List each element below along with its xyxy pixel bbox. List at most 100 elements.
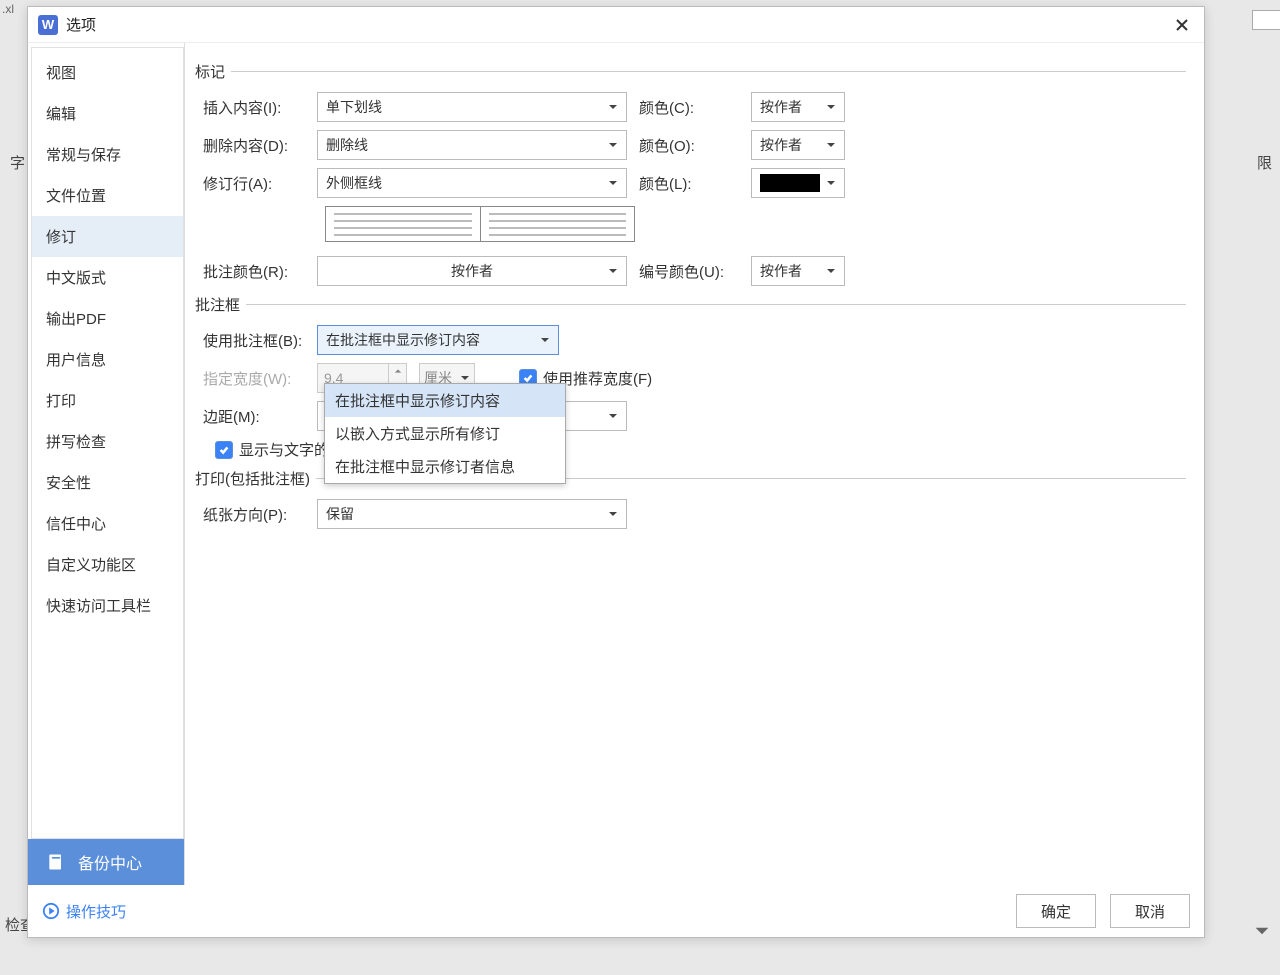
ok-button[interactable]: 确定: [1016, 894, 1096, 928]
insert-combo[interactable]: 单下划线: [317, 92, 627, 122]
dialog-body: 视图 编辑 常规与保存 文件位置 修订 中文版式 输出PDF 用户信息 打印 拼…: [28, 43, 1204, 885]
app-icon: W: [38, 15, 58, 35]
section-print-label: 打印(包括批注框): [195, 468, 310, 489]
changed-lines-preview: [325, 206, 635, 242]
tips-link[interactable]: 操作技巧: [42, 901, 126, 922]
chevron-down-icon: [608, 506, 618, 522]
dropdown-option[interactable]: 在批注框中显示修订内容: [325, 384, 565, 417]
section-marks: 标记: [195, 61, 1186, 82]
nav-item-output-pdf[interactable]: 输出PDF: [32, 298, 183, 339]
dialog-title: 选项: [66, 14, 96, 35]
number-color-value: 按作者: [760, 261, 802, 281]
changed-label: 修订行(A):: [195, 173, 305, 194]
nav-list: 视图 编辑 常规与保存 文件位置 修订 中文版式 输出PDF 用户信息 打印 拼…: [31, 47, 184, 839]
insert-color-value: 按作者: [760, 97, 802, 117]
nav-item-quick-access[interactable]: 快速访问工具栏: [32, 585, 183, 626]
checkbox-checked-icon: [215, 441, 233, 459]
orient-label: 纸张方向(P):: [195, 504, 305, 525]
content-panel: 标记 插入内容(I): 单下划线 颜色(C): 按作者 删除内容(D): 删除线: [185, 43, 1204, 885]
dialog-footer: 操作技巧 确定 取消: [28, 885, 1204, 937]
chevron-down-icon: [608, 175, 618, 191]
delete-color-value: 按作者: [760, 135, 802, 155]
chevron-down-icon: [608, 99, 618, 115]
nav-item-revision[interactable]: 修订: [32, 216, 183, 257]
nav-item-chinese-layout[interactable]: 中文版式: [32, 257, 183, 298]
nav-item-spellcheck[interactable]: 拼写检查: [32, 421, 183, 462]
changed-color-label: 颜色(L):: [639, 173, 739, 194]
changed-value: 外侧框线: [326, 173, 382, 193]
bg-text-fragment: 字: [10, 152, 25, 173]
tips-label: 操作技巧: [66, 901, 126, 922]
use-balloons-label: 使用批注框(B):: [195, 330, 305, 351]
spin-up: [389, 364, 406, 378]
nav-item-general-save[interactable]: 常规与保存: [32, 134, 183, 175]
play-circle-icon: [42, 902, 60, 920]
bg-tab-fragment: .xl: [0, 0, 20, 18]
comment-color-label: 批注颜色(R):: [195, 261, 305, 282]
use-balloons-dropdown[interactable]: 在批注框中显示修订内容 以嵌入方式显示所有修订 在批注框中显示修订者信息: [324, 383, 566, 484]
chevron-down-icon: [608, 408, 618, 424]
delete-color-label: 颜色(O):: [639, 135, 739, 156]
options-dialog: W 选项 视图 编辑 常规与保存 文件位置 修订 中文版式 输出PDF 用户信息…: [27, 6, 1205, 938]
chevron-down-icon: [826, 175, 836, 191]
backup-label: 备份中心: [78, 850, 142, 874]
color-swatch-black: [760, 174, 820, 192]
close-button[interactable]: [1170, 13, 1194, 37]
chevron-down-icon: [826, 137, 836, 153]
nav-item-print[interactable]: 打印: [32, 380, 183, 421]
dropdown-option[interactable]: 在批注框中显示修订者信息: [325, 450, 565, 483]
delete-value: 删除线: [326, 135, 368, 155]
nav-item-view[interactable]: 视图: [32, 52, 183, 93]
number-color-label: 编号颜色(U):: [639, 261, 739, 282]
nav-item-user-info[interactable]: 用户信息: [32, 339, 183, 380]
margin-label: 边距(M):: [195, 406, 305, 427]
bg-window-fragment: [1252, 10, 1280, 30]
sidebar: 视图 编辑 常规与保存 文件位置 修订 中文版式 输出PDF 用户信息 打印 拼…: [28, 43, 185, 885]
backup-icon: [46, 852, 66, 872]
dropdown-option[interactable]: 以嵌入方式显示所有修订: [325, 417, 565, 450]
insert-color-combo[interactable]: 按作者: [751, 92, 845, 122]
bg-scroll-arrow: [1254, 923, 1270, 939]
chevron-down-icon: [826, 263, 836, 279]
titlebar: W 选项: [28, 7, 1204, 43]
nav-item-file-location[interactable]: 文件位置: [32, 175, 183, 216]
row-use-balloons: 使用批注框(B): 在批注框中显示修订内容: [195, 325, 1186, 355]
insert-label: 插入内容(I):: [195, 97, 305, 118]
nav-item-edit[interactable]: 编辑: [32, 93, 183, 134]
delete-label: 删除内容(D):: [195, 135, 305, 156]
nav-item-trust-center[interactable]: 信任中心: [32, 503, 183, 544]
changed-combo[interactable]: 外侧框线: [317, 168, 627, 198]
orient-value: 保留: [326, 504, 354, 524]
use-balloons-combo[interactable]: 在批注框中显示修订内容: [317, 325, 559, 355]
divider: [246, 304, 1186, 305]
delete-combo[interactable]: 删除线: [317, 130, 627, 160]
changed-color-combo[interactable]: [751, 168, 845, 198]
delete-color-combo[interactable]: 按作者: [751, 130, 845, 160]
backup-center-button[interactable]: 备份中心: [28, 839, 184, 885]
width-label: 指定宽度(W):: [195, 368, 305, 389]
comment-color-value: 按作者: [451, 261, 493, 281]
use-balloons-value: 在批注框中显示修订内容: [326, 330, 480, 350]
insert-color-label: 颜色(C):: [639, 97, 739, 118]
chevron-down-icon: [608, 263, 618, 279]
chevron-down-icon: [540, 332, 550, 348]
divider: [231, 71, 1186, 72]
comment-color-combo[interactable]: 按作者: [317, 256, 627, 286]
row-changed: 修订行(A): 外侧框线 颜色(L):: [195, 168, 1186, 198]
cancel-button[interactable]: 取消: [1110, 894, 1190, 928]
bg-text-fragment: 限: [1257, 152, 1272, 173]
chevron-down-icon: [826, 99, 836, 115]
nav-item-security[interactable]: 安全性: [32, 462, 183, 503]
row-delete: 删除内容(D): 删除线 颜色(O): 按作者: [195, 130, 1186, 160]
number-color-combo[interactable]: 按作者: [751, 256, 845, 286]
orient-combo[interactable]: 保留: [317, 499, 627, 529]
section-balloons-label: 批注框: [195, 294, 240, 315]
row-orient: 纸张方向(P): 保留: [195, 499, 1186, 529]
chevron-down-icon: [608, 137, 618, 153]
insert-value: 单下划线: [326, 97, 382, 117]
row-comment-color: 批注颜色(R): 按作者 编号颜色(U): 按作者: [195, 256, 1186, 286]
close-icon: [1175, 18, 1189, 32]
section-balloons: 批注框: [195, 294, 1186, 315]
nav-item-customize-ribbon[interactable]: 自定义功能区: [32, 544, 183, 585]
section-marks-label: 标记: [195, 61, 225, 82]
